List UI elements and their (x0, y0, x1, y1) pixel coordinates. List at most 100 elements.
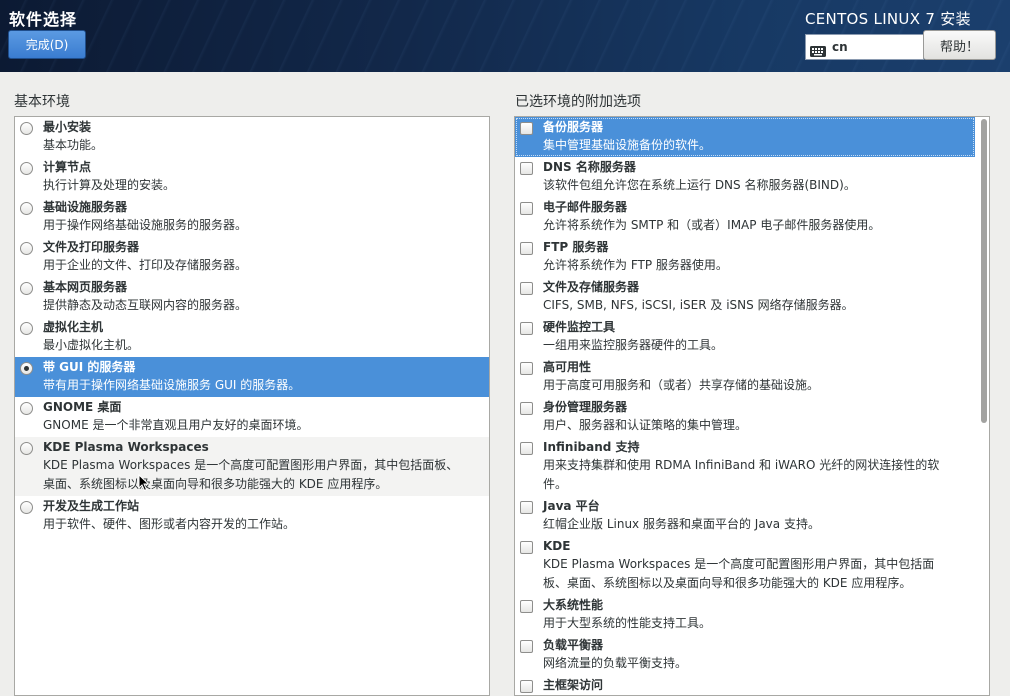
radio-button[interactable] (20, 442, 33, 455)
environment-option[interactable]: 开发及生成工作站用于软件、硬件、图形或者内容开发的工作站。 (15, 496, 489, 536)
environment-option[interactable]: 基本网页服务器提供静态及动态互联网内容的服务器。 (15, 277, 489, 317)
header-bar: 软件选择 完成(D) CENTOS LINUX 7 安装 cn 帮助！ (0, 0, 1010, 72)
checkbox[interactable] (520, 242, 533, 255)
environment-option[interactable]: 带 GUI 的服务器带有用于操作网络基础设施服务 GUI 的服务器。 (15, 357, 489, 397)
option-description: 允许将系统作为 FTP 服务器使用。 (543, 258, 728, 272)
environment-option[interactable]: GNOME 桌面 GNOME 是一个非常直观且用户友好的桌面环境。 (15, 397, 489, 437)
addon-option[interactable]: DNS 名称服务器该软件包组允许您在系统上运行 DNS 名称服务器(BIND)。 (515, 157, 975, 197)
option-description: 最小虚拟化主机。 (43, 338, 140, 352)
mouse-pointer-icon (138, 474, 150, 492)
option-description: 用于大型系统的性能支持工具。 (543, 616, 712, 630)
addon-option[interactable]: FTP 服务器允许将系统作为 FTP 服务器使用。 (515, 237, 975, 277)
option-name: 最小安装 (43, 120, 92, 134)
option-description: KDE Plasma Workspaces 是一个高度可配置图形用户界面，其中包… (43, 458, 459, 472)
addon-option[interactable]: Java 平台红帽企业版 Linux 服务器和桌面平台的 Java 支持。 (515, 496, 975, 536)
option-description: GNOME 是一个非常直观且用户友好的桌面环境。 (43, 418, 309, 432)
base-environment-list: 最小安装 基本功能。 计算节点 执行计算及处理的安装。基础设施服务器用于操作网络基础设… (14, 116, 490, 696)
addons-scrollbar[interactable] (981, 119, 987, 423)
option-description: 用来支持集群和使用 RDMA InfiniBand 和 iWARO 光纤的网状连… (543, 458, 940, 472)
option-name: 备份服务器 (543, 120, 604, 134)
checkbox[interactable] (520, 442, 533, 455)
option-description: 带有用于操作网络基础设施服务 GUI 的服务器。 (43, 378, 301, 392)
checkbox[interactable] (520, 501, 533, 514)
option-name: Java 平台 (543, 499, 600, 513)
radio-button[interactable] (20, 501, 33, 514)
addons-label: 已选环境的附加选项 (515, 94, 641, 110)
checkbox[interactable] (520, 541, 533, 554)
option-description: 红帽企业版 Linux 服务器和桌面平台的 Java 支持。 (543, 517, 820, 531)
checkbox[interactable] (520, 282, 533, 295)
option-name: 开发及生成工作站 (43, 499, 140, 513)
radio-button[interactable] (20, 162, 33, 175)
option-description: 网络流量的负载平衡支持。 (543, 656, 688, 670)
option-name: 基本网页服务器 (43, 280, 128, 294)
option-name: 文件及存储服务器 (543, 280, 640, 294)
base-environment-label: 基本环境 (14, 94, 70, 110)
option-description: 允许将系统作为 SMTP 和（或者）IMAP 电子邮件服务器使用。 (543, 218, 881, 232)
addon-option[interactable]: 大系统性能用于大型系统的性能支持工具。 (515, 595, 975, 635)
checkbox[interactable] (520, 162, 533, 175)
radio-button[interactable] (20, 202, 33, 215)
product-title: CENTOS LINUX 7 安装 (805, 10, 971, 28)
option-description: 提供静态及动态互联网内容的服务器。 (43, 298, 248, 312)
option-name: 主框架访问 (543, 678, 604, 692)
option-name: KDE (543, 539, 571, 553)
addon-option[interactable]: 身份管理服务器用户、服务器和认证策略的集中管理。 (515, 397, 975, 437)
keyboard-icon (810, 42, 826, 57)
addon-option[interactable]: KDE KDE Plasma Workspaces 是一个高度可配置图形用户界面，… (515, 536, 975, 595)
environment-option[interactable]: 虚拟化主机最小虚拟化主机。 (15, 317, 489, 357)
radio-button[interactable] (20, 242, 33, 255)
option-description: 执行计算及处理的安装。 (43, 178, 176, 192)
option-name: 虚拟化主机 (43, 320, 104, 334)
option-description: 一组用来监控服务器硬件的工具。 (543, 338, 724, 352)
checkbox[interactable] (520, 202, 533, 215)
addon-option[interactable]: Infiniband 支持 用来支持集群和使用 RDMA InfiniBand 和… (515, 437, 975, 496)
addon-option[interactable]: 负载平衡器 网络流量的负载平衡支持。 (515, 635, 975, 675)
environment-option[interactable]: 最小安装 基本功能。 (15, 117, 489, 157)
keyboard-layout-code: cn (832, 40, 848, 54)
radio-button[interactable] (20, 282, 33, 295)
option-name: 文件及打印服务器 (43, 240, 140, 254)
option-description: 件。 (543, 477, 568, 491)
addon-option[interactable]: 主框架访问 (515, 675, 975, 695)
addons-list-items: 备份服务器 集中管理基础设施备份的软件。 DNS 名称服务器 该软件包组允许您在系统上… (515, 117, 975, 695)
addons-list: 备份服务器 集中管理基础设施备份的软件。 DNS 名称服务器 该软件包组允许您在系统上… (514, 116, 990, 696)
radio-button[interactable] (20, 402, 33, 415)
addon-option[interactable]: 备份服务器 集中管理基础设施备份的软件。 (515, 117, 975, 157)
option-description: 用于企业的文件、打印及存储服务器。 (43, 258, 248, 272)
option-description: 用于操作网络基础设施服务的服务器。 (43, 218, 248, 232)
option-name: 大系统性能 (543, 598, 604, 612)
checkbox[interactable] (520, 122, 533, 135)
option-description: 该软件包组允许您在系统上运行 DNS 名称服务器(BIND)。 (543, 178, 856, 192)
option-description: CIFS, SMB, NFS, iSCSI, iSER 及 iSNS 网络存储服… (543, 298, 854, 312)
option-description: 用户、服务器和认证策略的集中管理。 (543, 418, 748, 432)
checkbox[interactable] (520, 640, 533, 653)
checkbox[interactable] (520, 362, 533, 375)
option-description: 桌面、系统图标以及桌面向导和很多功能强大的 KDE 应用程序。 (43, 477, 388, 491)
radio-button[interactable] (20, 122, 33, 135)
checkbox[interactable] (520, 600, 533, 613)
option-description: 用于软件、硬件、图形或者内容开发的工作站。 (43, 517, 296, 531)
environment-option[interactable]: 文件及打印服务器用于企业的文件、打印及存储服务器。 (15, 237, 489, 277)
option-name: FTP 服务器 (543, 240, 609, 254)
checkbox[interactable] (520, 322, 533, 335)
environment-option[interactable]: KDE Plasma Workspaces KDE Plasma Workspac… (15, 437, 489, 496)
keyboard-layout-indicator[interactable]: cn (805, 34, 924, 60)
option-name: DNS 名称服务器 (543, 160, 636, 174)
addon-option[interactable]: 文件及存储服务器 CIFS, SMB, NFS, iSCSI, iSER 及 iS… (515, 277, 975, 317)
environment-option[interactable]: 计算节点 执行计算及处理的安装。 (15, 157, 489, 197)
addon-option[interactable]: 硬件监控工具一组用来监控服务器硬件的工具。 (515, 317, 975, 357)
environment-option[interactable]: 基础设施服务器用于操作网络基础设施服务的服务器。 (15, 197, 489, 237)
addon-option[interactable]: 高可用性 用于高度可用服务和（或者）共享存储的基础设施。 (515, 357, 975, 397)
radio-button[interactable] (20, 322, 33, 335)
addon-option[interactable]: 电子邮件服务器 允许将系统作为 SMTP 和（或者）IMAP 电子邮件服务器使用。 (515, 197, 975, 237)
option-name: 硬件监控工具 (543, 320, 616, 334)
help-button[interactable]: 帮助！ (923, 30, 996, 60)
done-button[interactable]: 完成(D) (8, 30, 86, 59)
radio-button[interactable] (20, 362, 33, 375)
checkbox[interactable] (520, 402, 533, 415)
option-name: GNOME 桌面 (43, 400, 122, 414)
option-name: 带 GUI 的服务器 (43, 360, 136, 374)
option-name: 基础设施服务器 (43, 200, 128, 214)
option-name: 身份管理服务器 (543, 400, 628, 414)
